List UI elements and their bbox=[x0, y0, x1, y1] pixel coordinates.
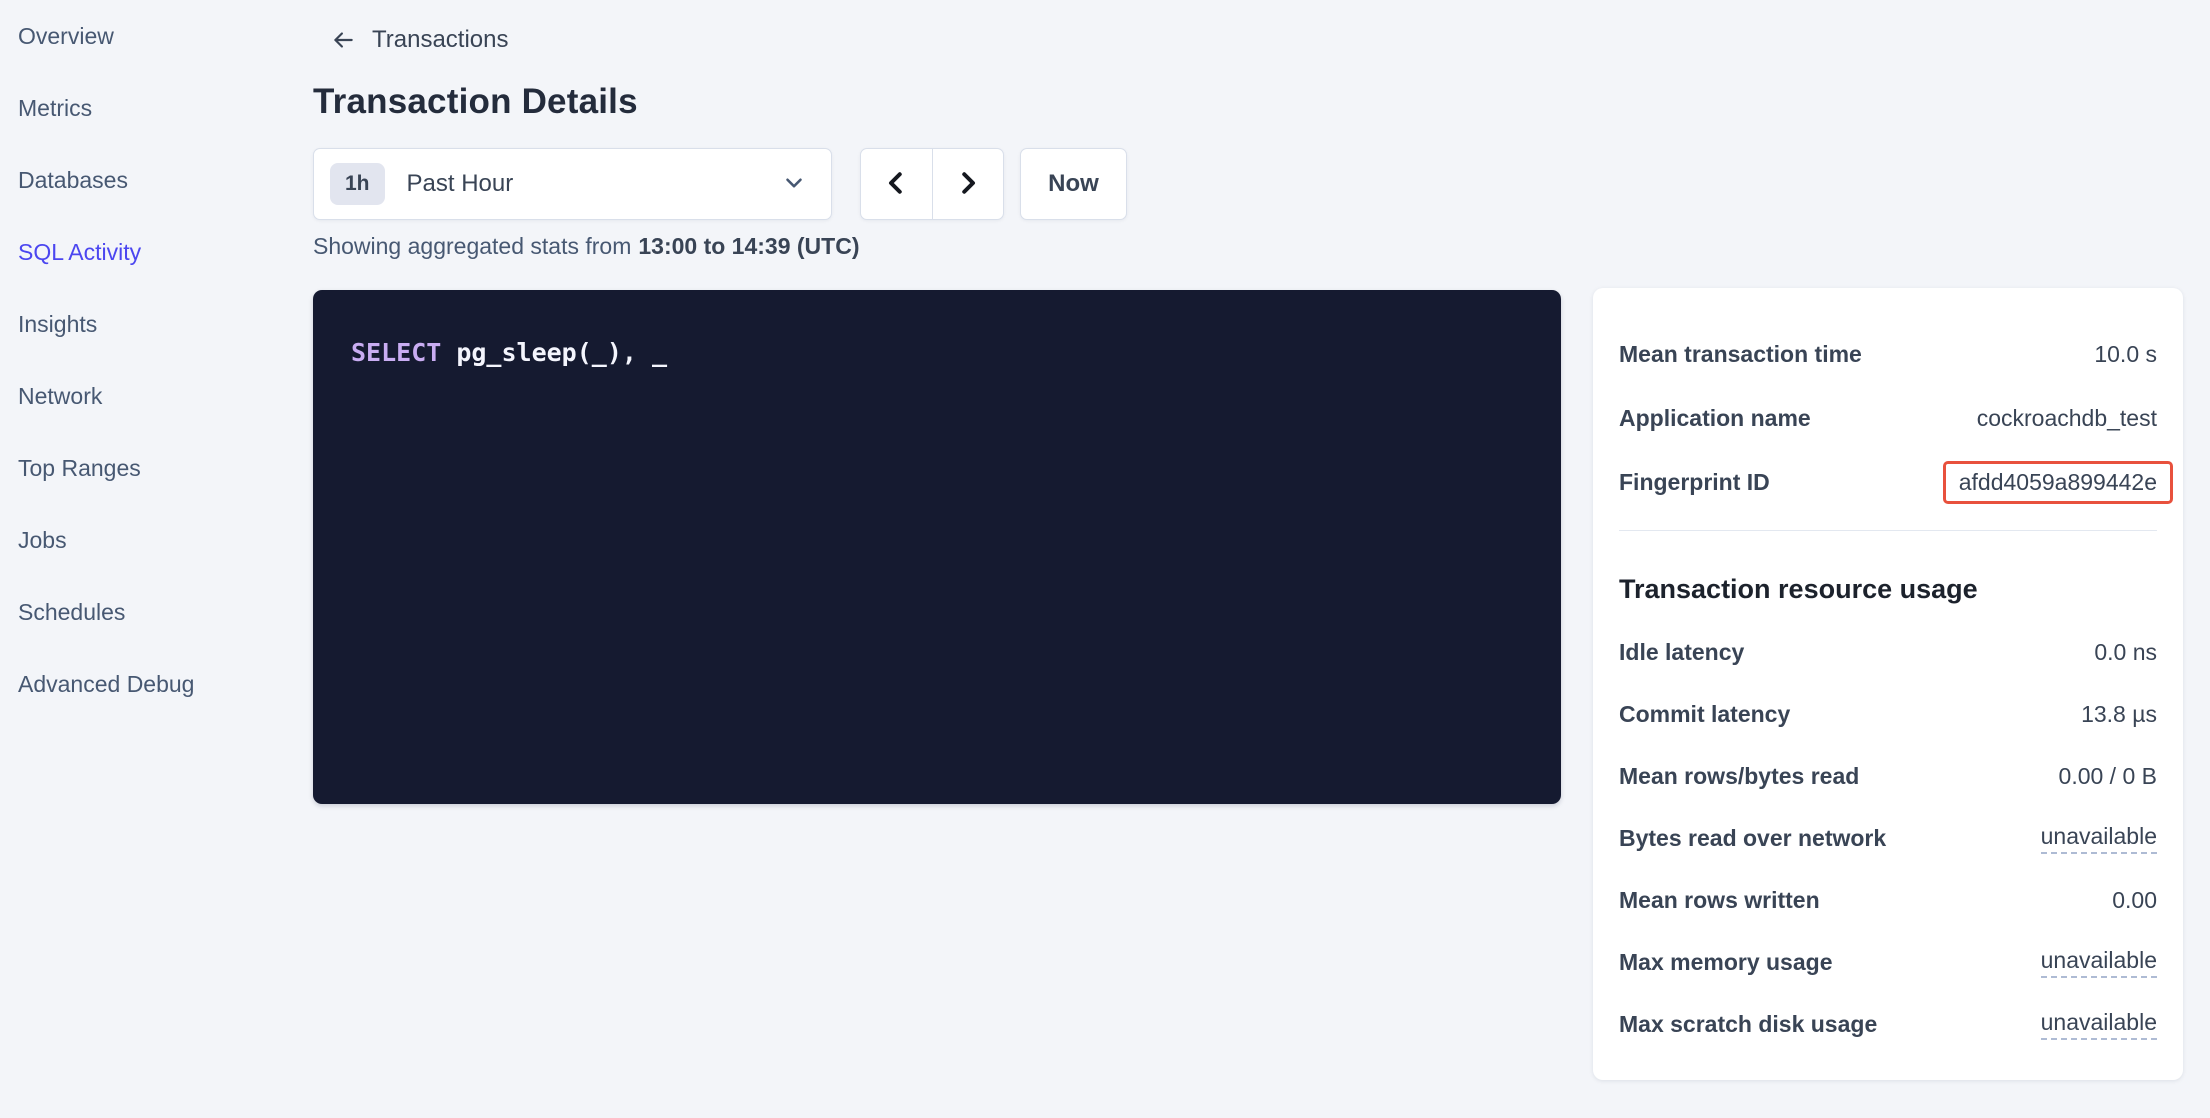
sidebar-item-top-ranges[interactable]: Top Ranges bbox=[0, 432, 300, 504]
chevron-right-icon bbox=[953, 168, 983, 201]
mean-rows-written-value: 0.00 bbox=[2112, 887, 2157, 914]
back-arrow-icon bbox=[330, 27, 356, 53]
sidebar: Overview Metrics Databases SQL Activity … bbox=[0, 0, 300, 720]
max-memory-usage-label: Max memory usage bbox=[1619, 949, 1832, 976]
commit-latency-label: Commit latency bbox=[1619, 701, 1790, 728]
mean-transaction-time-value: 10.0 s bbox=[2094, 341, 2157, 368]
bytes-read-over-network-value[interactable]: unavailable bbox=[2041, 823, 2157, 854]
sidebar-item-jobs[interactable]: Jobs bbox=[0, 504, 300, 576]
max-scratch-disk-usage-value[interactable]: unavailable bbox=[2041, 1009, 2157, 1040]
sidebar-item-network[interactable]: Network bbox=[0, 360, 300, 432]
sidebar-item-advanced-debug[interactable]: Advanced Debug bbox=[0, 648, 300, 720]
sidebar-item-metrics[interactable]: Metrics bbox=[0, 72, 300, 144]
commit-latency-value: 13.8 µs bbox=[2081, 701, 2157, 728]
bytes-read-over-network-label: Bytes read over network bbox=[1619, 825, 1886, 852]
sql-statement-box: SELECT pg_sleep(_), _ bbox=[313, 290, 1561, 804]
bytes-read-over-network-row: Bytes read over network unavailable bbox=[1619, 807, 2157, 869]
chevron-down-icon bbox=[781, 170, 807, 199]
mean-transaction-time-label: Mean transaction time bbox=[1619, 341, 1862, 368]
page-title: Transaction Details bbox=[313, 82, 638, 122]
idle-latency-value: 0.0 ns bbox=[2094, 639, 2157, 666]
card-divider bbox=[1619, 530, 2157, 531]
time-window-pager bbox=[860, 148, 1004, 220]
time-range-dropdown[interactable]: 1h Past Hour bbox=[313, 148, 832, 220]
fingerprint-id-label: Fingerprint ID bbox=[1619, 469, 1770, 496]
mean-transaction-time-row: Mean transaction time 10.0 s bbox=[1619, 322, 2157, 386]
time-range-selected-label: Past Hour bbox=[407, 170, 781, 198]
caption-prefix: Showing aggregated stats from bbox=[313, 233, 631, 260]
max-scratch-disk-usage-row: Max scratch disk usage unavailable bbox=[1619, 993, 2157, 1055]
back-link-label: Transactions bbox=[372, 26, 509, 54]
idle-latency-row: Idle latency 0.0 ns bbox=[1619, 621, 2157, 683]
fingerprint-id-highlight: afdd4059a899442e bbox=[1943, 461, 2173, 504]
fingerprint-id-row: Fingerprint ID afdd4059a899442e bbox=[1619, 450, 2157, 514]
sql-keyword: SELECT bbox=[351, 338, 441, 367]
sidebar-item-insights[interactable]: Insights bbox=[0, 288, 300, 360]
resource-usage-heading: Transaction resource usage bbox=[1619, 571, 2157, 607]
application-name-row: Application name cockroachdb_test bbox=[1619, 386, 2157, 450]
previous-time-window-button[interactable] bbox=[861, 149, 933, 219]
sidebar-item-overview[interactable]: Overview bbox=[0, 0, 300, 72]
mean-rows-bytes-read-row: Mean rows/bytes read 0.00 / 0 B bbox=[1619, 745, 2157, 807]
time-controls: 1h Past Hour bbox=[313, 148, 1127, 220]
max-memory-usage-value[interactable]: unavailable bbox=[2041, 947, 2157, 978]
back-to-transactions-link[interactable]: Transactions bbox=[330, 26, 509, 54]
max-memory-usage-row: Max memory usage unavailable bbox=[1619, 931, 2157, 993]
mean-rows-written-label: Mean rows written bbox=[1619, 887, 1820, 914]
transaction-summary-card: Mean transaction time 10.0 s Application… bbox=[1593, 288, 2183, 1080]
mean-rows-written-row: Mean rows written 0.00 bbox=[1619, 869, 2157, 931]
mean-rows-bytes-read-label: Mean rows/bytes read bbox=[1619, 763, 1859, 790]
time-range-badge: 1h bbox=[330, 163, 385, 205]
next-time-window-button[interactable] bbox=[933, 149, 1004, 219]
now-button[interactable]: Now bbox=[1020, 148, 1127, 220]
chevron-left-icon bbox=[881, 168, 911, 201]
sql-statement-line: SELECT pg_sleep(_), _ bbox=[351, 338, 1523, 367]
idle-latency-label: Idle latency bbox=[1619, 639, 1744, 666]
mean-rows-bytes-read-value: 0.00 / 0 B bbox=[2059, 763, 2157, 790]
sidebar-item-schedules[interactable]: Schedules bbox=[0, 576, 300, 648]
application-name-label: Application name bbox=[1619, 405, 1811, 432]
sidebar-item-sql-activity[interactable]: SQL Activity bbox=[0, 216, 300, 288]
application-name-value: cockroachdb_test bbox=[1977, 405, 2157, 432]
sidebar-item-databases[interactable]: Databases bbox=[0, 144, 300, 216]
max-scratch-disk-usage-label: Max scratch disk usage bbox=[1619, 1011, 1877, 1038]
sql-statement-text: pg_sleep(_), _ bbox=[456, 338, 667, 367]
aggregated-stats-caption: Showing aggregated stats from 13:00 to 1… bbox=[313, 233, 859, 260]
caption-time-range: 13:00 to 14:39 (UTC) bbox=[638, 233, 859, 260]
commit-latency-row: Commit latency 13.8 µs bbox=[1619, 683, 2157, 745]
